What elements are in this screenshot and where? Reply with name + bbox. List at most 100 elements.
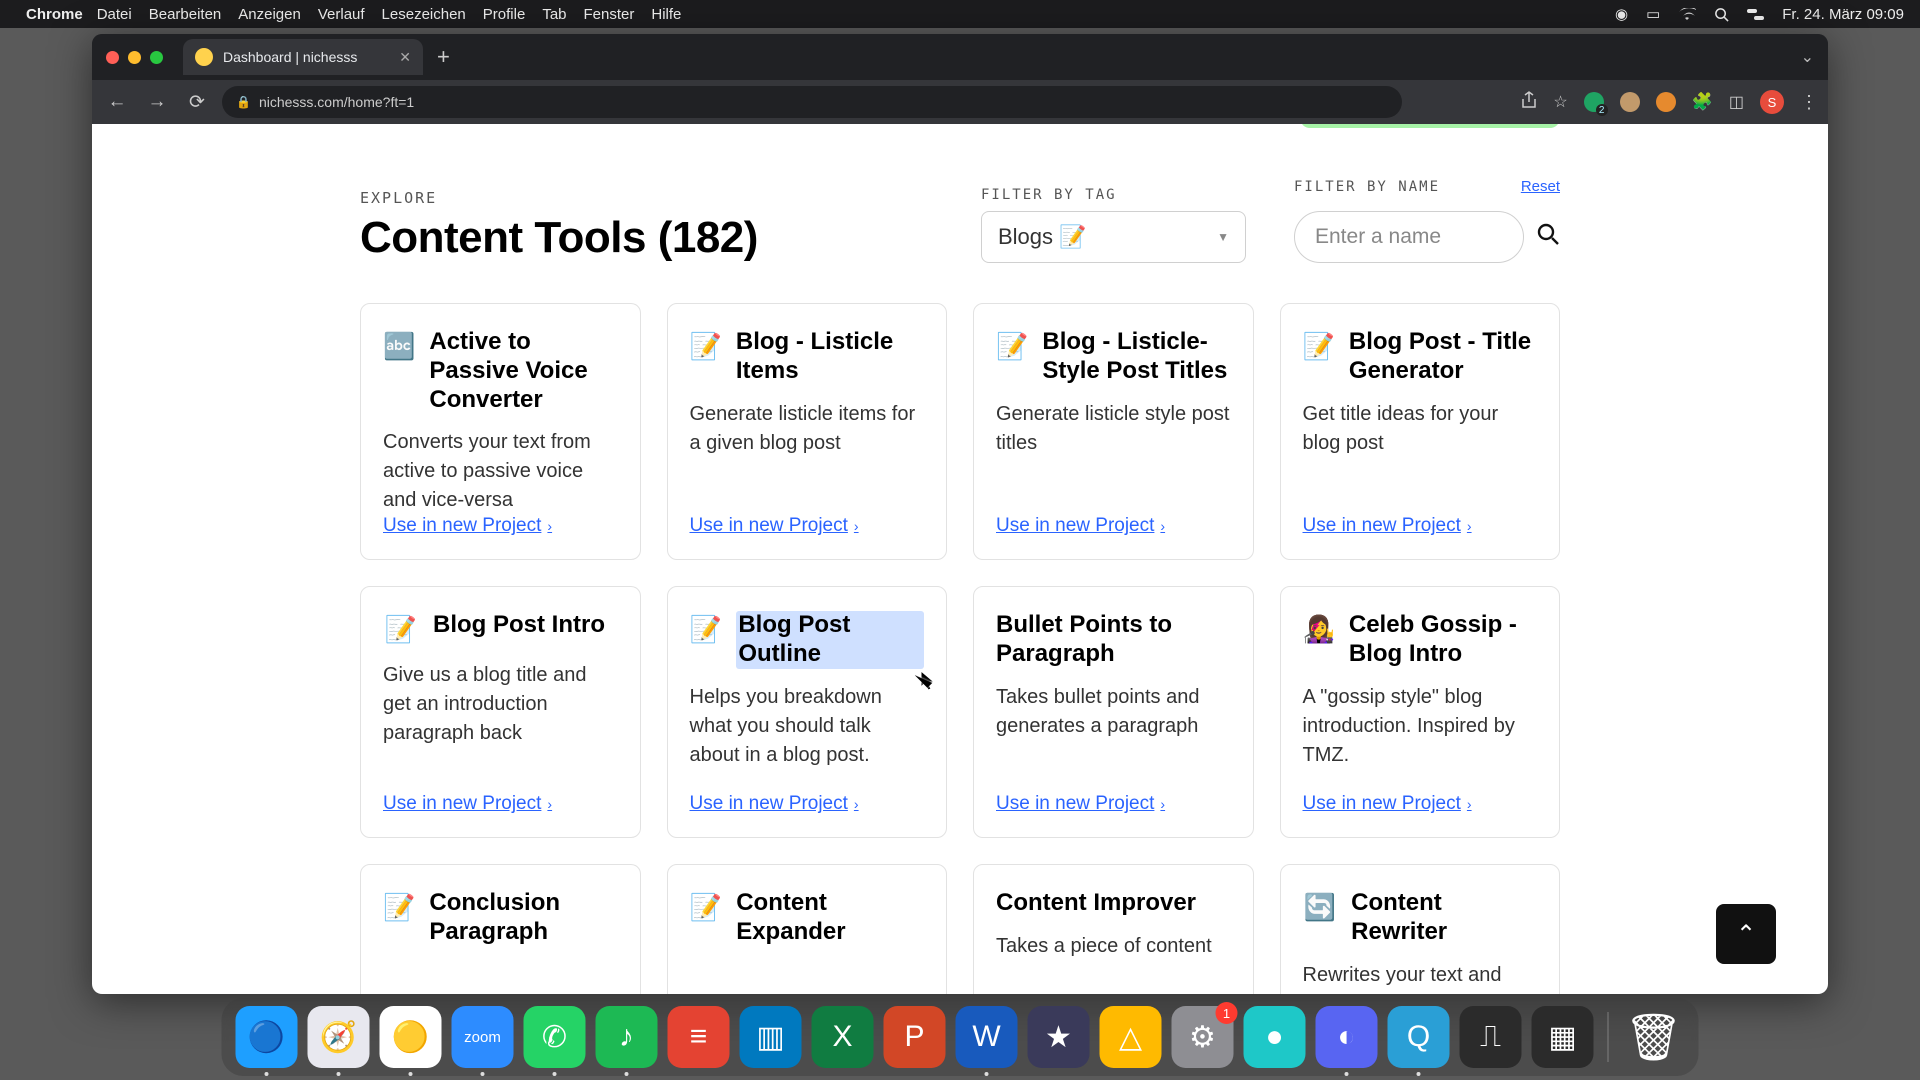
macos-menubar: Chrome Datei Bearbeiten Anzeigen Verlauf… bbox=[0, 0, 1920, 28]
menu-profile[interactable]: Profile bbox=[483, 6, 526, 23]
wifi-icon[interactable] bbox=[1678, 8, 1696, 21]
use-in-project-link[interactable]: Use in new Project › bbox=[996, 793, 1231, 815]
use-in-project-link[interactable]: Use in new Project › bbox=[1303, 793, 1538, 815]
menu-hilfe[interactable]: Hilfe bbox=[651, 6, 681, 23]
browser-tab[interactable]: Dashboard | nichesss ✕ bbox=[183, 39, 423, 75]
reset-link[interactable]: Reset bbox=[1521, 178, 1560, 195]
use-in-project-link[interactable]: Use in new Project › bbox=[383, 793, 618, 815]
side-panel-icon[interactable]: ◫ bbox=[1729, 92, 1744, 112]
tool-card[interactable]: 📝Blog - Listicle-Style Post TitlesGenera… bbox=[973, 303, 1254, 560]
use-in-project-link[interactable]: Use in new Project › bbox=[690, 515, 925, 537]
back-button[interactable]: ← bbox=[102, 91, 132, 113]
dock-app-voice[interactable]: ⎍ bbox=[1460, 1006, 1522, 1068]
reload-button[interactable]: ⟳ bbox=[182, 91, 212, 114]
search-icon[interactable] bbox=[1714, 7, 1729, 22]
tool-card[interactable]: 👩‍🎤Celeb Gossip - Blog IntroA "gossip st… bbox=[1280, 586, 1561, 838]
filter-tag-value: Blogs 📝 bbox=[998, 224, 1087, 250]
filter-tag-label: FILTER BY TAG bbox=[981, 187, 1246, 203]
tool-title: Blog - Listicle-Style Post Titles bbox=[1042, 328, 1230, 386]
dock-app-discord[interactable]: ◐ bbox=[1316, 1006, 1378, 1068]
dock-app-mission[interactable]: ▦ bbox=[1532, 1006, 1594, 1068]
tool-title: Conclusion Paragraph bbox=[429, 889, 617, 947]
use-in-project-link[interactable]: Use in new Project › bbox=[690, 793, 925, 815]
tool-title: Content Improver bbox=[996, 889, 1196, 918]
dock-app-quicktime[interactable]: Q bbox=[1388, 1006, 1450, 1068]
menubar-date[interactable]: Fr. 24. März 09:09 bbox=[1782, 6, 1904, 23]
dock-app-drive[interactable]: △ bbox=[1100, 1006, 1162, 1068]
tool-card[interactable]: 📝Blog Post IntroGive us a blog title and… bbox=[360, 586, 641, 838]
use-in-project-link[interactable]: Use in new Project › bbox=[1303, 515, 1538, 537]
control-center-icon[interactable] bbox=[1747, 8, 1764, 21]
tool-card[interactable]: 📝Content Expander bbox=[667, 864, 948, 994]
share-icon[interactable] bbox=[1521, 91, 1537, 114]
tool-description: Rewrites your text and bbox=[1303, 961, 1538, 990]
dock-app-trello[interactable]: ▥ bbox=[740, 1006, 802, 1068]
battery-icon[interactable]: ▭ bbox=[1646, 5, 1660, 23]
browser-toolbar: ← → ⟳ 🔒 nichesss.com/home?ft=1 ☆ 🧩 ◫ S ⋮ bbox=[92, 80, 1828, 124]
tool-card[interactable]: 🔤Active to Passive Voice ConverterConver… bbox=[360, 303, 641, 560]
dock-separator bbox=[1608, 1012, 1609, 1062]
tool-card[interactable]: 📝Blog Post - Title GeneratorGet title id… bbox=[1280, 303, 1561, 560]
extension-shield-icon[interactable] bbox=[1584, 92, 1604, 112]
dock-app-chrome[interactable]: 🟡 bbox=[380, 1006, 442, 1068]
extension-2-icon[interactable] bbox=[1620, 92, 1640, 112]
app-name[interactable]: Chrome bbox=[26, 6, 83, 23]
search-placeholder: Enter a name bbox=[1315, 225, 1441, 249]
chevron-right-icon: › bbox=[1467, 796, 1472, 812]
tool-title: Content Expander bbox=[736, 889, 924, 947]
tabs-dropdown-icon[interactable]: ⌄ bbox=[1801, 47, 1814, 67]
tool-card[interactable]: 🔄Content RewriterRewrites your text and bbox=[1280, 864, 1561, 994]
browser-menu-icon[interactable]: ⋮ bbox=[1800, 92, 1818, 113]
dock-app-powerpoint[interactable]: P bbox=[884, 1006, 946, 1068]
dock-app-settings[interactable]: ⚙1 bbox=[1172, 1006, 1234, 1068]
record-icon[interactable]: ◉ bbox=[1615, 5, 1628, 23]
menu-lesezeichen[interactable]: Lesezeichen bbox=[382, 6, 466, 23]
address-bar[interactable]: 🔒 nichesss.com/home?ft=1 bbox=[222, 86, 1402, 118]
menu-fenster[interactable]: Fenster bbox=[584, 6, 635, 23]
use-in-project-link[interactable]: Use in new Project › bbox=[383, 515, 618, 537]
forward-button[interactable]: → bbox=[142, 91, 172, 113]
chevron-right-icon: › bbox=[1160, 518, 1165, 534]
scroll-to-top-button[interactable]: ⌃ bbox=[1716, 904, 1776, 964]
tool-card[interactable]: Bullet Points to ParagraphTakes bullet p… bbox=[973, 586, 1254, 838]
use-in-project-link[interactable]: Use in new Project › bbox=[996, 515, 1231, 537]
tool-card[interactable]: 📝Conclusion Paragraph bbox=[360, 864, 641, 994]
dock-app-finder[interactable]: 🔵 bbox=[236, 1006, 298, 1068]
tab-close-icon[interactable]: ✕ bbox=[399, 49, 411, 66]
menu-datei[interactable]: Datei bbox=[97, 6, 132, 23]
menu-verlauf[interactable]: Verlauf bbox=[318, 6, 365, 23]
extension-3-icon[interactable] bbox=[1656, 92, 1676, 112]
magnify-icon[interactable] bbox=[1536, 222, 1560, 253]
tool-card[interactable]: 📝Blog Post OutlineHelps you breakdown wh… bbox=[667, 586, 948, 838]
dock-app-imovie[interactable]: ★ bbox=[1028, 1006, 1090, 1068]
dock-app-whatsapp[interactable]: ✆ bbox=[524, 1006, 586, 1068]
new-tab-button[interactable]: + bbox=[437, 46, 450, 68]
dock-app-siri[interactable]: ● bbox=[1244, 1006, 1306, 1068]
filter-tag-select[interactable]: Blogs 📝 ▼ bbox=[981, 211, 1246, 263]
tool-icon: 👩‍🎤 bbox=[1303, 611, 1335, 647]
window-minimize[interactable] bbox=[128, 51, 141, 64]
search-input[interactable]: Enter a name bbox=[1294, 211, 1524, 263]
window-zoom[interactable] bbox=[150, 51, 163, 64]
dock-app-excel[interactable]: X bbox=[812, 1006, 874, 1068]
dock-app-spotify[interactable]: ♪ bbox=[596, 1006, 658, 1068]
window-close[interactable] bbox=[106, 51, 119, 64]
menu-bearbeiten[interactable]: Bearbeiten bbox=[149, 6, 222, 23]
extensions-puzzle-icon[interactable]: 🧩 bbox=[1692, 92, 1713, 112]
menu-anzeigen[interactable]: Anzeigen bbox=[238, 6, 301, 23]
notification-strip bbox=[1300, 124, 1560, 128]
chevron-right-icon: › bbox=[854, 518, 859, 534]
profile-avatar[interactable]: S bbox=[1760, 90, 1784, 114]
dock-app-zoom[interactable]: zoom bbox=[452, 1006, 514, 1068]
menu-tab[interactable]: Tab bbox=[542, 6, 566, 23]
bookmark-star-icon[interactable]: ☆ bbox=[1553, 92, 1567, 112]
tab-favicon bbox=[195, 48, 213, 66]
tool-card[interactable]: Content ImproverTakes a piece of content bbox=[973, 864, 1254, 994]
dock-trash[interactable]: 🗑 bbox=[1623, 1006, 1685, 1068]
dock-app-safari[interactable]: 🧭 bbox=[308, 1006, 370, 1068]
tool-card[interactable]: 📝Blog - Listicle ItemsGenerate listicle … bbox=[667, 303, 948, 560]
explore-label: EXPLORE bbox=[360, 189, 758, 207]
dock-app-todoist[interactable]: ≡ bbox=[668, 1006, 730, 1068]
dock-app-word[interactable]: W bbox=[956, 1006, 1018, 1068]
tool-title: Blog Post Outline bbox=[736, 611, 924, 669]
